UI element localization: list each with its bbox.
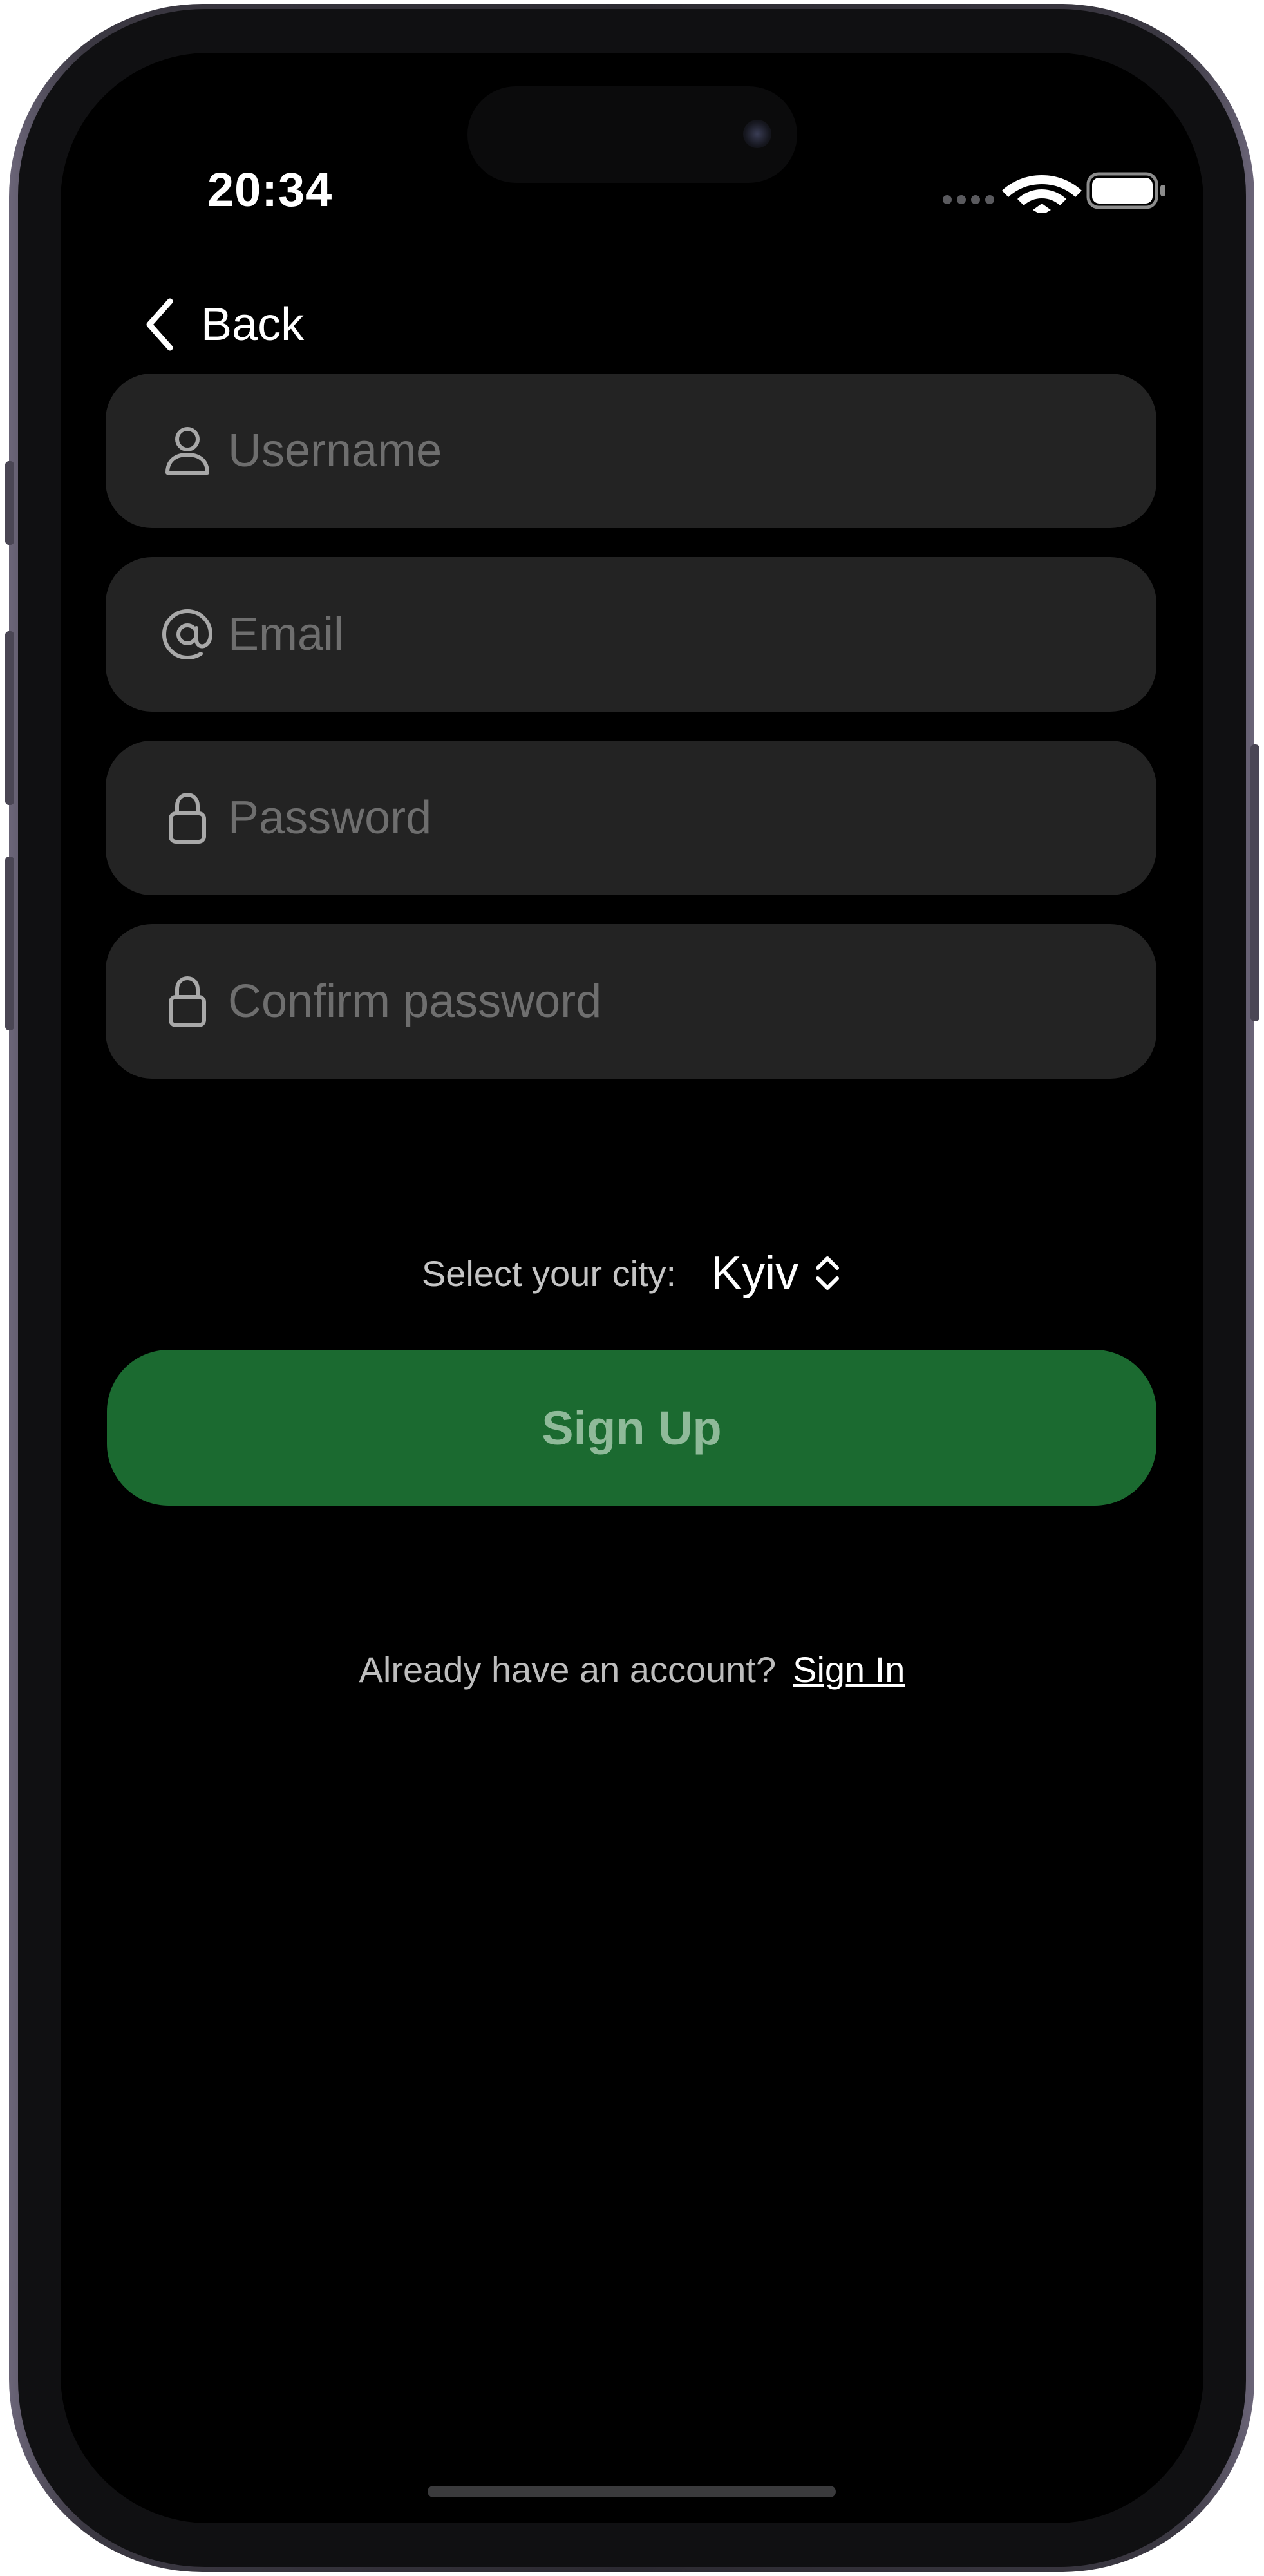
person-icon: [152, 425, 223, 477]
city-picker-row: Select your city: Kyiv: [61, 1238, 1203, 1309]
password-input[interactable]: [227, 791, 1156, 845]
app-screen: 20:34 Back Username Email Select your ci…: [61, 53, 1203, 2523]
sign-up-label: Sign Up: [542, 1401, 722, 1455]
confirm-password-field[interactable]: [106, 924, 1156, 1079]
sign-up-button[interactable]: Sign Up: [107, 1350, 1156, 1506]
chevron-up-down-icon: [816, 1256, 840, 1290]
battery-icon: [1086, 172, 1165, 209]
home-indicator[interactable]: [428, 2486, 836, 2497]
city-select[interactable]: Kyiv: [711, 1247, 842, 1300]
email-input[interactable]: [227, 607, 1156, 661]
cellular-dots-icon: [943, 195, 994, 204]
volume-down-button: [5, 857, 14, 1030]
sign-in-row: Already have an account? Sign In: [61, 1637, 1203, 1701]
sign-in-link[interactable]: Sign In: [793, 1649, 905, 1690]
password-field[interactable]: [106, 741, 1156, 895]
city-label: Select your city:: [421, 1253, 677, 1294]
status-time: 20:34: [207, 163, 333, 216]
username-field[interactable]: [106, 374, 1156, 528]
power-button: [1250, 744, 1259, 1021]
wifi-icon: [1002, 175, 1082, 215]
confirm-password-input[interactable]: [227, 974, 1156, 1028]
chevron-left-icon: [146, 298, 173, 351]
lock-icon: [152, 975, 223, 1028]
volume-up-button: [5, 631, 14, 805]
back-label: Back: [201, 299, 305, 350]
status-indicators: [873, 167, 1169, 215]
front-camera: [743, 120, 771, 148]
username-input[interactable]: [227, 424, 1156, 478]
email-field[interactable]: [106, 557, 1156, 712]
action-button: [5, 461, 14, 545]
city-selected-value: Kyiv: [711, 1247, 799, 1299]
sign-in-prompt: Already have an account?: [359, 1649, 777, 1690]
at-sign-icon: [152, 607, 223, 661]
lock-icon: [152, 791, 223, 844]
back-button[interactable]: Back: [144, 292, 304, 357]
